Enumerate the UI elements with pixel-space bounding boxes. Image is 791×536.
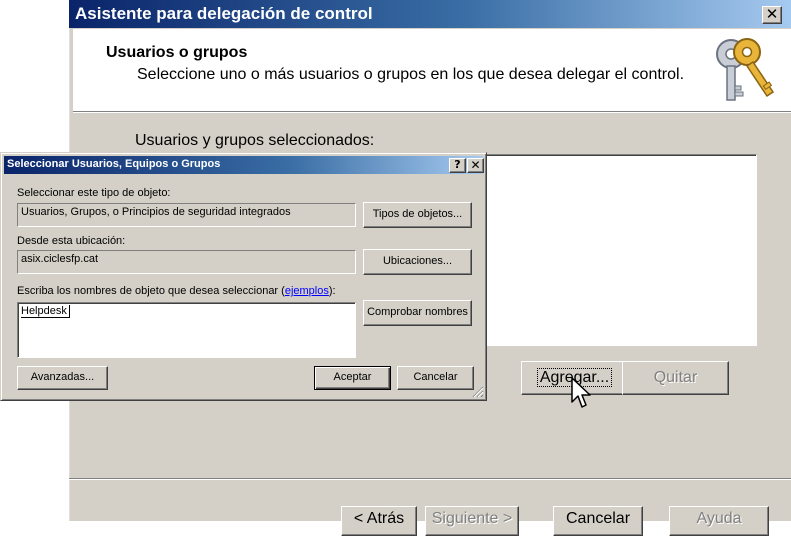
page-title: Usuarios o grupos [106, 44, 248, 61]
object-types-button[interactable]: Tipos de objetos... [363, 202, 472, 228]
selected-users-label: Usuarios y grupos seleccionados: [135, 132, 375, 149]
wizard-titlebar[interactable]: Asistente para delegación de control ✕ [69, 0, 791, 28]
keys-icon [716, 38, 775, 101]
dialog-help-button[interactable]: ? [449, 158, 466, 173]
check-names-button[interactable]: Comprobar nombres [363, 300, 472, 326]
object-type-field: Usuarios, Grupos, o Principios de seguri… [17, 203, 356, 227]
object-names-input[interactable]: Helpdesk [17, 302, 356, 358]
cancel-dialog-button[interactable]: Cancelar [397, 366, 474, 390]
location-field: asix.ciclesfp.cat [17, 250, 356, 274]
object-type-label: Seleccionar este tipo de objeto: [17, 187, 171, 199]
page-subtitle: Seleccione uno o más usuarios o grupos e… [137, 66, 685, 83]
examples-link[interactable]: ejemplos [285, 285, 329, 297]
wizard-close-button[interactable]: ✕ [762, 6, 782, 24]
names-label-text: Escriba los nombres de objeto que desea … [17, 285, 285, 297]
location-label: Desde esta ubicación: [17, 235, 126, 247]
names-label: Escriba los nombres de objeto que desea … [17, 285, 336, 297]
wizard-header: Usuarios o grupos Seleccione uno o más u… [73, 29, 791, 112]
footer-divider [69, 478, 791, 479]
close-icon: ✕ [765, 5, 779, 23]
mouse-cursor-icon [571, 377, 591, 408]
locations-button[interactable]: Ubicaciones... [363, 249, 472, 275]
accept-button[interactable]: Aceptar [314, 366, 391, 390]
close-icon: ✕ [470, 158, 481, 172]
advanced-button[interactable]: Avanzadas... [17, 366, 108, 390]
header-separator [73, 112, 791, 113]
wizard-title: Asistente para delegación de control [75, 4, 373, 23]
dialog-close-button[interactable]: ✕ [467, 158, 484, 173]
cancel-wizard-button[interactable]: Cancelar [553, 506, 643, 536]
names-label-end: ): [328, 285, 336, 297]
dialog-titlebar[interactable]: Seleccionar Usuarios, Equipos o Grupos ?… [4, 156, 484, 174]
dialog-title: Seleccionar Usuarios, Equipos o Grupos [7, 158, 221, 170]
remove-button[interactable]: Quitar [622, 361, 729, 395]
help-button[interactable]: Ayuda [669, 506, 769, 536]
object-names-value: Helpdesk [21, 305, 70, 318]
help-icon: ? [454, 158, 461, 171]
resize-grip-icon[interactable] [471, 385, 484, 398]
back-button[interactable]: < Atrás [341, 506, 417, 536]
select-users-dialog: Seleccionar Usuarios, Equipos o Grupos ?… [0, 152, 487, 401]
next-button[interactable]: Siguiente > [425, 506, 519, 536]
